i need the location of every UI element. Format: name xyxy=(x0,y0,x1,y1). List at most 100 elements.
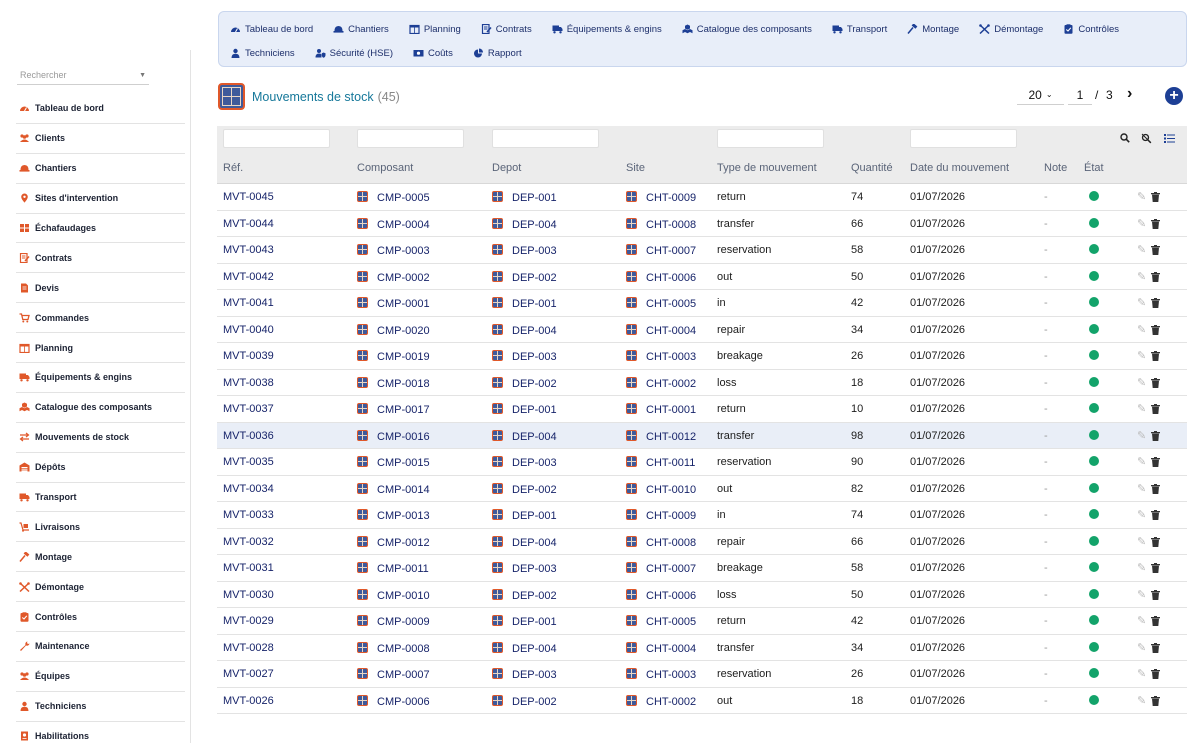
depot-link[interactable]: DEP-003 xyxy=(512,563,557,575)
trash-icon[interactable] xyxy=(1151,589,1160,600)
composant-cell[interactable]: CMP-0002 xyxy=(357,270,430,284)
ref-link[interactable]: MVT-0028 xyxy=(223,642,274,654)
depot-link[interactable]: DEP-001 xyxy=(512,616,557,628)
edit-icon[interactable]: ✎ xyxy=(1137,694,1146,707)
site-cell[interactable]: CHT-0005 xyxy=(626,615,696,628)
edit-icon[interactable]: ✎ xyxy=(1137,455,1146,468)
topnav-item-11[interactable]: Sécurité (HSE) xyxy=(314,41,393,65)
site-link[interactable]: CHT-0006 xyxy=(646,272,696,284)
site-cell[interactable]: CHT-0007 xyxy=(626,244,696,257)
depot-link[interactable]: DEP-001 xyxy=(512,192,557,204)
table-row[interactable]: MVT-0032 CMP-0012 DEP-004 CHT-0008 repair 66 0… xyxy=(217,529,1187,555)
ref-link[interactable]: MVT-0037 xyxy=(223,403,274,415)
table-row[interactable]: MVT-0038 CMP-0018 DEP-002 CHT-0002 loss 18 01/… xyxy=(217,370,1187,396)
site-cell[interactable]: CHT-0007 xyxy=(626,562,696,575)
ref-link[interactable]: MVT-0034 xyxy=(223,483,274,495)
table-row[interactable]: MVT-0034 CMP-0014 DEP-002 CHT-0010 out 82 01/0… xyxy=(217,476,1187,502)
ref-link[interactable]: MVT-0039 xyxy=(223,350,274,362)
column-header-4[interactable]: Type de mouvement xyxy=(717,162,817,174)
site-cell[interactable]: CHT-0004 xyxy=(626,323,696,337)
composant-link[interactable]: CMP-0017 xyxy=(377,404,430,416)
site-link[interactable]: CHT-0010 xyxy=(646,484,696,496)
topnav-item-2[interactable]: Planning xyxy=(408,17,461,41)
sidebar-item-5[interactable]: Contrats xyxy=(16,243,185,274)
table-row[interactable]: MVT-0035 CMP-0015 DEP-003 CHT-0011 reservati… xyxy=(217,449,1187,476)
edit-icon[interactable]: ✎ xyxy=(1137,614,1146,627)
topnav-item-7[interactable]: Montage xyxy=(906,17,959,41)
depot-link[interactable]: DEP-003 xyxy=(512,351,557,363)
depot-link[interactable]: DEP-002 xyxy=(512,696,557,708)
sidebar-item-6[interactable]: Devis xyxy=(16,273,185,304)
trash-icon[interactable] xyxy=(1151,456,1160,467)
table-row[interactable]: MVT-0031 CMP-0011 DEP-003 CHT-0007 breakage 5… xyxy=(217,555,1187,582)
depot-cell[interactable]: DEP-004 xyxy=(492,641,557,655)
table-row[interactable]: MVT-0042 CMP-0002 DEP-002 CHT-0006 out 50 01/0… xyxy=(217,264,1187,290)
composant-link[interactable]: CMP-0004 xyxy=(377,219,430,231)
composant-cell[interactable]: CMP-0006 xyxy=(357,694,430,708)
depot-cell[interactable]: DEP-003 xyxy=(492,562,557,575)
ref-link[interactable]: MVT-0031 xyxy=(223,562,274,574)
composant-link[interactable]: CMP-0008 xyxy=(377,643,430,655)
composant-cell[interactable]: CMP-0008 xyxy=(357,641,430,655)
site-link[interactable]: CHT-0007 xyxy=(646,563,696,575)
trash-icon[interactable] xyxy=(1151,297,1160,308)
sidebar-item-10[interactable]: Catalogue des composants xyxy=(16,393,185,423)
composant-cell[interactable]: CMP-0013 xyxy=(357,509,430,522)
ref-link[interactable]: MVT-0032 xyxy=(223,536,274,548)
table-row[interactable]: MVT-0037 CMP-0017 DEP-001 CHT-0001 return 10 0… xyxy=(217,396,1187,423)
depot-link[interactable]: DEP-004 xyxy=(512,431,557,443)
depot-cell[interactable]: DEP-003 xyxy=(492,350,557,363)
composant-cell[interactable]: CMP-0010 xyxy=(357,588,430,602)
trash-icon[interactable] xyxy=(1151,218,1160,229)
edit-icon[interactable]: ✎ xyxy=(1137,667,1146,680)
trash-icon[interactable] xyxy=(1151,642,1160,653)
table-row[interactable]: MVT-0029 CMP-0009 DEP-001 CHT-0005 return 42 0… xyxy=(217,608,1187,635)
topnav-item-3[interactable]: Contrats xyxy=(480,17,532,41)
sidebar-item-15[interactable]: Montage xyxy=(16,542,185,573)
table-row[interactable]: MVT-0027 CMP-0007 DEP-003 CHT-0003 reservati… xyxy=(217,661,1187,688)
composant-link[interactable]: CMP-0016 xyxy=(377,431,430,443)
site-cell[interactable]: CHT-0004 xyxy=(626,641,696,655)
depot-cell[interactable]: DEP-004 xyxy=(492,323,557,337)
trash-icon[interactable] xyxy=(1151,403,1160,414)
ref-link[interactable]: MVT-0043 xyxy=(223,244,274,256)
site-cell[interactable]: CHT-0003 xyxy=(626,668,696,681)
composant-link[interactable]: CMP-0009 xyxy=(377,616,430,628)
depot-link[interactable]: DEP-002 xyxy=(512,272,557,284)
site-link[interactable]: CHT-0008 xyxy=(646,537,696,549)
composant-cell[interactable]: CMP-0012 xyxy=(357,535,430,549)
depot-link[interactable]: DEP-001 xyxy=(512,298,557,310)
depot-link[interactable]: DEP-004 xyxy=(512,219,557,231)
composant-link[interactable]: CMP-0011 xyxy=(377,563,429,575)
column-header-6[interactable]: Date du mouvement xyxy=(910,162,1009,174)
ref-link[interactable]: MVT-0029 xyxy=(223,615,274,627)
trash-icon[interactable] xyxy=(1151,377,1160,388)
site-cell[interactable]: CHT-0011 xyxy=(626,456,695,469)
composant-link[interactable]: CMP-0006 xyxy=(377,696,430,708)
depot-link[interactable]: DEP-002 xyxy=(512,378,557,390)
edit-icon[interactable]: ✎ xyxy=(1137,482,1146,495)
composant-link[interactable]: CMP-0005 xyxy=(377,192,430,204)
ref-link[interactable]: MVT-0027 xyxy=(223,668,274,680)
composant-cell[interactable]: CMP-0016 xyxy=(357,429,430,443)
filter-composant-input[interactable] xyxy=(357,129,464,148)
ref-link[interactable]: MVT-0035 xyxy=(223,456,274,468)
topnav-item-1[interactable]: Chantiers xyxy=(332,17,389,41)
composant-link[interactable]: CMP-0018 xyxy=(377,378,430,390)
composant-link[interactable]: CMP-0015 xyxy=(377,457,430,469)
trash-icon[interactable] xyxy=(1151,536,1160,547)
depot-cell[interactable]: DEP-002 xyxy=(492,482,557,496)
edit-icon[interactable]: ✎ xyxy=(1137,296,1146,309)
edit-icon[interactable]: ✎ xyxy=(1137,429,1146,442)
depot-link[interactable]: DEP-001 xyxy=(512,404,557,416)
column-header-8[interactable]: État xyxy=(1084,162,1104,174)
table-row[interactable]: MVT-0039 CMP-0019 DEP-003 CHT-0003 breakage 2… xyxy=(217,343,1187,370)
filter-type-input[interactable] xyxy=(717,129,824,148)
composant-link[interactable]: CMP-0012 xyxy=(377,537,430,549)
site-link[interactable]: CHT-0009 xyxy=(646,510,696,522)
topnav-item-13[interactable]: Rapport xyxy=(472,41,522,65)
edit-icon[interactable]: ✎ xyxy=(1137,508,1146,521)
edit-icon[interactable]: ✎ xyxy=(1137,349,1146,362)
composant-link[interactable]: CMP-0013 xyxy=(377,510,430,522)
depot-cell[interactable]: DEP-001 xyxy=(492,615,557,628)
